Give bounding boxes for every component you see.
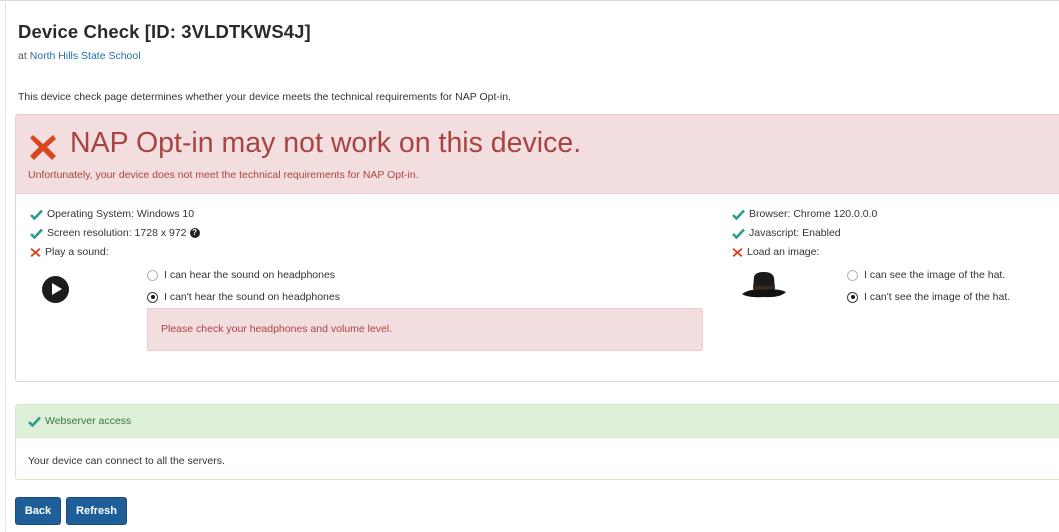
result-header: NAP Opt-in may not work on this device. …: [16, 115, 1059, 194]
checkmark-icon: [732, 209, 745, 220]
webserver-body: Your device can connect to all the serve…: [28, 455, 225, 467]
intro-text: This device check page determines whethe…: [18, 91, 511, 103]
image-option-can-see-label: I can see the image of the hat.: [864, 269, 1006, 281]
left-border: [5, 0, 6, 532]
result-headline: NAP Opt-in may not work on this device.: [70, 127, 582, 159]
radio-button-selected[interactable]: [147, 291, 158, 303]
question-icon[interactable]: ?: [189, 228, 200, 238]
resolution-label: Screen resolution: 1728 x 972: [47, 227, 187, 239]
page-title: Device Check [ID: 3VLDTKWS4J]: [18, 21, 311, 42]
webserver-heading: Webserver access: [45, 415, 132, 427]
browser-label: Browser: Chrome 120.0.0.0: [749, 208, 878, 220]
os-check: Operating System: Windows 10: [30, 208, 194, 220]
school-prefix: at: [18, 50, 27, 62]
sound-option-cant-hear[interactable]: I can't hear the sound on headphones: [147, 291, 340, 303]
play-sound-button[interactable]: [42, 276, 69, 303]
sound-option-can-hear-label: I can hear the sound on headphones: [164, 269, 336, 281]
sound-label: Play a sound:: [45, 246, 109, 258]
radio-button[interactable]: [147, 269, 158, 281]
sound-option-cant-hear-label: I can't hear the sound on headphones: [164, 291, 340, 303]
hat-image: [742, 272, 786, 298]
fail-x-icon: [732, 247, 743, 257]
sound-alert: Please check your headphones and volume …: [147, 308, 703, 351]
javascript-label: Javascript: Enabled: [749, 227, 841, 239]
top-border: [0, 0, 1059, 1]
image-option-can-see[interactable]: I can see the image of the hat.: [847, 269, 1005, 281]
sound-check: Play a sound:: [30, 246, 109, 258]
checkmark-icon: [732, 228, 745, 239]
webserver-panel: Webserver access Your device can connect…: [15, 404, 1059, 480]
refresh-button[interactable]: Refresh: [66, 497, 127, 525]
javascript-check: Javascript: Enabled: [732, 227, 841, 239]
resolution-check: Screen resolution: 1728 x 972 ?: [30, 227, 200, 239]
os-label: Operating System: Windows 10: [47, 208, 195, 220]
fail-x-icon: [30, 247, 41, 257]
back-button[interactable]: Back: [15, 497, 61, 525]
school-link[interactable]: North Hills State School: [30, 50, 141, 62]
radio-button[interactable]: [847, 269, 858, 281]
checkmark-icon: [30, 209, 43, 220]
image-check: Load an image:: [732, 246, 819, 258]
checkmark-icon: [28, 416, 41, 427]
image-option-cant-see[interactable]: I can't see the image of the hat.: [847, 291, 1010, 303]
webserver-header: Webserver access: [16, 405, 1059, 438]
sound-option-can-hear[interactable]: I can hear the sound on headphones: [147, 269, 335, 281]
fail-x-icon: [30, 135, 56, 160]
image-option-cant-see-label: I can't see the image of the hat.: [864, 291, 1011, 303]
browser-check: Browser: Chrome 120.0.0.0: [732, 208, 877, 220]
school-line: at North Hills State School: [18, 50, 141, 62]
radio-button-selected[interactable]: [847, 291, 858, 303]
checkmark-icon: [30, 228, 43, 239]
result-subtext: Unfortunately, your device does not meet…: [28, 169, 419, 181]
image-label: Load an image:: [747, 246, 820, 258]
